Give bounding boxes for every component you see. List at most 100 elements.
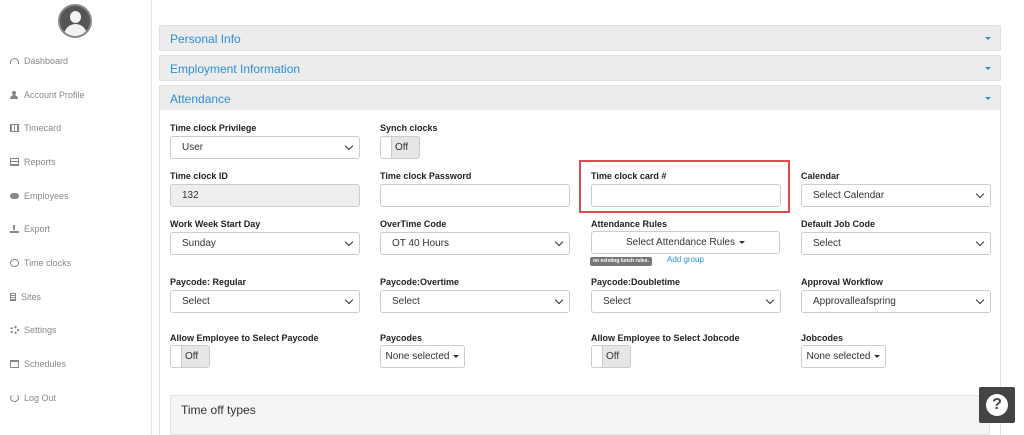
select-value: Approvalleafspring — [813, 296, 896, 307]
toggle-state: Off — [606, 351, 620, 362]
gear-icon — [10, 326, 19, 334]
chevron-down-icon — [975, 189, 985, 199]
sidebar-item-label: Employees — [24, 191, 69, 201]
sidebar: Dashboard Account Profile Timecard Repor… — [0, 0, 152, 435]
user-icon — [10, 91, 19, 99]
dropdown-value: Select Attendance Rules — [626, 237, 735, 248]
time-clock-privilege-label: Time clock Privilege — [170, 123, 257, 133]
building-icon — [10, 293, 16, 301]
help-button[interactable]: ? — [979, 387, 1015, 423]
allow-select-paycode-toggle[interactable]: Off — [170, 345, 210, 368]
jobcodes-multiselect[interactable]: None selected — [801, 345, 886, 368]
chevron-down-icon — [975, 295, 985, 305]
panel-personal-info[interactable]: Personal Info — [159, 25, 1001, 51]
sidebar-item-settings[interactable]: Settings — [10, 323, 57, 337]
chevron-down-icon — [344, 237, 354, 247]
calendar-select[interactable]: Select Calendar — [801, 184, 991, 207]
synch-clocks-toggle[interactable]: Off — [380, 136, 420, 159]
time-clock-privilege-select[interactable]: User — [170, 136, 360, 159]
sidebar-item-schedules[interactable]: Schedules — [10, 357, 66, 371]
attendance-rules-label: Attendance Rules — [591, 219, 668, 229]
paycode-doubletime-label: Paycode:Doubletime — [591, 277, 681, 287]
paycode-doubletime-select[interactable]: Select — [591, 290, 781, 313]
chevron-down-icon — [344, 141, 354, 151]
select-value: Sunday — [182, 238, 216, 249]
report-icon — [10, 158, 19, 166]
work-week-start-select[interactable]: Sunday — [170, 232, 360, 255]
select-value: User — [182, 142, 204, 153]
dropdown-value: None selected — [806, 351, 871, 362]
overtime-code-select[interactable]: OT 40 Hours — [380, 232, 570, 255]
power-icon — [10, 394, 19, 402]
sidebar-item-label: Timecard — [24, 123, 62, 133]
lunch-rules-badge: no existing lunch rules. — [590, 257, 652, 266]
users-icon — [10, 192, 19, 200]
paycodes-label: Paycodes — [380, 333, 423, 343]
paycode-overtime-select[interactable]: Select — [380, 290, 570, 313]
clock-icon — [10, 259, 19, 267]
sidebar-item-time-clocks[interactable]: Time clocks — [10, 256, 71, 270]
sidebar-item-label: Export — [24, 224, 51, 234]
paycode-overtime-label: Paycode:Overtime — [380, 277, 460, 287]
chevron-down-icon — [554, 295, 564, 305]
allow-select-jobcode-toggle[interactable]: Off — [591, 345, 631, 368]
caret-down-icon — [985, 97, 991, 100]
sidebar-item-reports[interactable]: Reports — [10, 155, 56, 169]
caret-down-icon — [738, 241, 745, 244]
sidebar-item-employees[interactable]: Employees — [10, 189, 69, 203]
input-value: 132 — [182, 190, 199, 201]
panel-title: Employment Information — [170, 62, 301, 76]
time-clock-id-input[interactable]: 132 — [170, 184, 360, 207]
toggle-state: Off — [185, 351, 199, 362]
caret-down-icon — [874, 355, 881, 358]
attendance-rules-dropdown[interactable]: Select Attendance Rules — [591, 231, 780, 254]
toggle-knob — [171, 346, 182, 367]
sidebar-item-dashboard[interactable]: Dashboard — [10, 54, 68, 68]
panel-title: Time off types — [181, 403, 256, 417]
approval-workflow-select[interactable]: Approvalleafspring — [801, 290, 991, 313]
toggle-state: Off — [395, 142, 409, 153]
panel-attendance[interactable]: Attendance — [159, 85, 1001, 111]
allow-select-jobcode-label: Allow Employee to Select Jobcode — [591, 333, 740, 343]
time-off-types-panel[interactable]: Time off types — [170, 395, 990, 435]
table-icon — [10, 124, 19, 132]
chevron-down-icon — [975, 237, 985, 247]
sidebar-item-sites[interactable]: Sites — [10, 290, 41, 304]
paycode-regular-select[interactable]: Select — [170, 290, 360, 313]
dropdown-value: None selected — [385, 351, 450, 362]
synch-clocks-label: Synch clocks — [380, 123, 438, 133]
caret-down-icon — [985, 67, 991, 70]
sidebar-item-timecard[interactable]: Timecard — [10, 121, 61, 135]
time-clock-password-input[interactable] — [380, 184, 570, 207]
avatar[interactable] — [58, 4, 92, 38]
highlight-box — [579, 160, 790, 213]
sidebar-item-export[interactable]: Export — [10, 222, 50, 236]
panel-employment-information[interactable]: Employment Information — [159, 55, 1001, 81]
chevron-down-icon — [344, 295, 354, 305]
caret-down-icon — [985, 37, 991, 40]
panel-title: Personal Info — [170, 32, 241, 46]
allow-select-paycode-label: Allow Employee to Select Paycode — [170, 333, 319, 343]
time-clock-password-label: Time clock Password — [380, 171, 472, 181]
default-job-code-select[interactable]: Select — [801, 232, 991, 255]
chevron-down-icon — [554, 237, 564, 247]
select-value: Select — [603, 296, 631, 307]
select-value: Select Calendar — [813, 190, 885, 201]
dashboard-icon — [10, 58, 19, 64]
sidebar-item-log-out[interactable]: Log Out — [10, 391, 56, 405]
time-clock-id-label: Time clock ID — [170, 171, 228, 181]
work-week-start-label: Work Week Start Day — [170, 219, 261, 229]
calendar-icon — [10, 360, 19, 368]
panel-title: Attendance — [170, 92, 231, 106]
sidebar-item-label: Settings — [24, 325, 57, 335]
select-value: Select — [813, 238, 841, 249]
default-job-code-label: Default Job Code — [801, 219, 876, 229]
download-icon — [10, 225, 19, 233]
select-value: OT 40 Hours — [392, 238, 450, 249]
select-value: Select — [392, 296, 420, 307]
add-group-link[interactable]: Add group — [667, 255, 704, 264]
select-value: Select — [182, 296, 210, 307]
sidebar-item-label: Account Profile — [24, 90, 85, 100]
paycodes-multiselect[interactable]: None selected — [380, 345, 465, 368]
sidebar-item-account-profile[interactable]: Account Profile — [10, 88, 85, 102]
